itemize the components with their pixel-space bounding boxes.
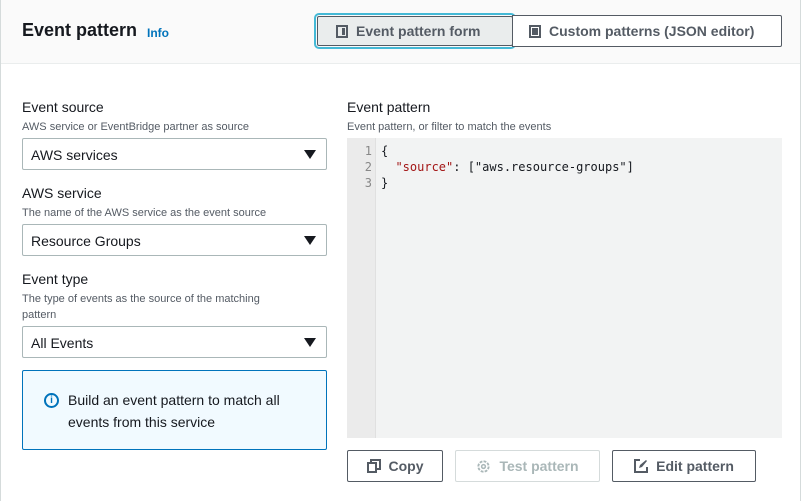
event-pattern-label: Event pattern (347, 99, 431, 115)
event-source-hint: AWS service or EventBridge partner as so… (22, 121, 250, 133)
caret-down-icon (304, 236, 316, 245)
aws-service-hint: The name of the AWS service as the event… (22, 207, 267, 219)
copy-button[interactable]: Copy (347, 450, 443, 482)
json-key: "source" (395, 160, 454, 174)
tab-custom-patterns[interactable]: Custom patterns (JSON editor) (512, 15, 782, 47)
panel-title: Event pattern (22, 20, 138, 40)
form-icon (336, 24, 348, 38)
line-number: 2 (364, 160, 372, 174)
tab-label: Event pattern form (356, 23, 481, 39)
event-type-select[interactable]: All Events (22, 326, 327, 358)
aws-service-select[interactable]: Resource Groups (22, 224, 327, 256)
select-value: AWS services (31, 147, 118, 163)
info-link[interactable]: Info (147, 26, 169, 40)
line-number: 1 (364, 144, 372, 158)
event-source-select[interactable]: AWS services (22, 138, 327, 170)
gear-icon (477, 459, 491, 473)
edit-icon (634, 459, 649, 473)
caret-down-icon (304, 338, 316, 347)
event-source-label: Event source (22, 99, 104, 115)
select-value: All Events (31, 335, 94, 351)
line-number: 3 (364, 176, 372, 190)
info-alert: i Build an event pattern to match all ev… (22, 370, 327, 450)
caret-down-icon (304, 150, 316, 159)
code-line: "source": ["aws.resource-groups"] (381, 160, 634, 174)
info-circle-icon: i (44, 393, 59, 408)
edit-pattern-button[interactable]: Edit pattern (612, 450, 756, 482)
alert-text: Build an event pattern to match all even… (68, 392, 280, 430)
button-label: Edit pattern (656, 458, 734, 474)
test-pattern-button[interactable]: Test pattern (455, 450, 600, 482)
select-value: Resource Groups (31, 233, 141, 249)
panel-header: Event pattern Info Event pattern form Cu… (1, 0, 800, 64)
event-pattern-panel: Event pattern Info Event pattern form Cu… (0, 0, 801, 501)
copy-icon (366, 459, 381, 473)
event-type-hint: The type of events as the source of the … (22, 293, 260, 321)
tab-event-pattern-form[interactable]: Event pattern form (314, 13, 516, 49)
event-type-label: Event type (22, 271, 89, 287)
event-pattern-hint: Event pattern, or filter to match the ev… (347, 121, 552, 133)
code-line: } (381, 176, 389, 190)
aws-service-label: AWS service (22, 185, 102, 201)
code-line: { (381, 144, 389, 158)
button-label: Copy (388, 458, 424, 474)
json-value: : ["aws.resource-groups"] (453, 160, 634, 174)
tab-label: Custom patterns (JSON editor) (549, 23, 755, 39)
code-viewer[interactable]: 1 2 3 { "source": ["aws.resource-groups"… (347, 138, 782, 438)
json-editor-icon (529, 24, 541, 38)
button-label: Test pattern (499, 458, 579, 474)
